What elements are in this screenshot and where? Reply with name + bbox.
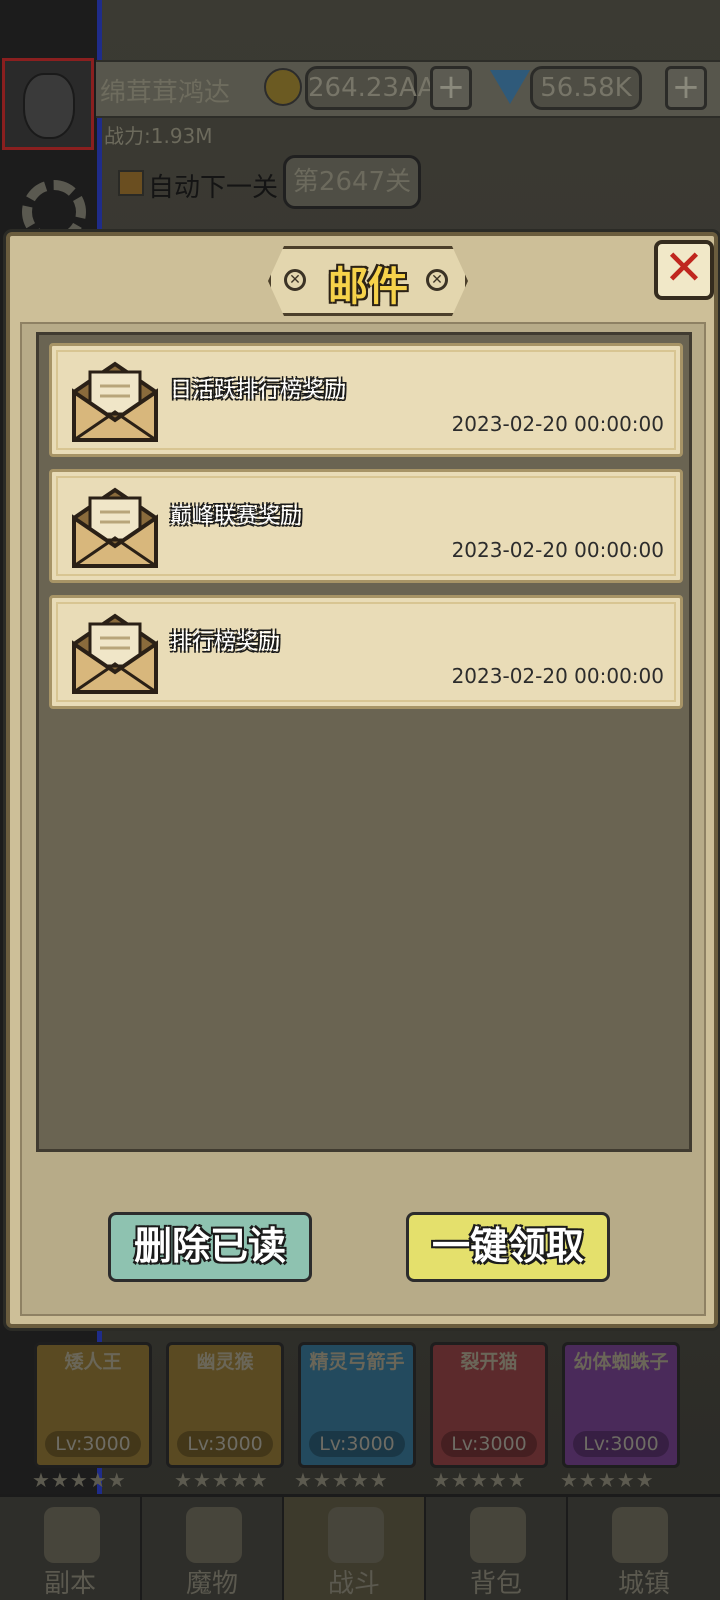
envelope-icon (72, 361, 158, 442)
hero-card[interactable]: 精灵弓箭手 Lv:3000 (298, 1342, 416, 1468)
hero-card[interactable]: 裂开猫 Lv:3000 (430, 1342, 548, 1468)
mail-item[interactable]: 日活跃排行榜奖励 2023-02-20 00:00:00 (49, 343, 683, 457)
map-icon (44, 1507, 100, 1563)
shop-icon (612, 1507, 668, 1563)
player-name: 绵茸茸鸿达 (100, 78, 231, 108)
auto-next-label: 自动下一关 (148, 173, 279, 203)
add-gems-button[interactable]: + (665, 66, 707, 110)
add-gold-button[interactable]: + (430, 66, 472, 110)
hero-level: Lv:3000 (573, 1431, 669, 1457)
close-button[interactable]: ✕ (654, 240, 714, 300)
gold-amount: 264.23AA (305, 66, 435, 110)
hero-name: 幽灵猴 (196, 1351, 254, 1373)
diamond-icon (490, 70, 530, 104)
hero-name: 矮人王 (64, 1351, 122, 1373)
hero-card[interactable]: 幽灵猴 Lv:3000 (166, 1342, 284, 1468)
mail-list: 日活跃排行榜奖励 2023-02-20 00:00:00 巅峰联赛奖励 2023… (36, 332, 692, 1152)
hero-name: 精灵弓箭手 (309, 1351, 405, 1373)
envelope-icon (72, 487, 158, 568)
hero-stars: ★★★★★ (560, 1468, 655, 1492)
tab-backpack[interactable]: 背包 (426, 1497, 568, 1600)
crossed-swords-icon (328, 1507, 384, 1563)
hero-name: 裂开猫 (460, 1351, 518, 1373)
avatar-face (23, 73, 75, 139)
mail-item[interactable]: 排行榜奖励 2023-02-20 00:00:00 (49, 595, 683, 709)
gem-amount: 56.58K (530, 66, 642, 110)
tab-label: 魔物 (185, 1569, 238, 1599)
hero-roster: 矮人王 Lv:3000 ★★★★★ 幽灵猴 Lv:3000 ★★★★★ 精灵弓箭… (0, 1336, 720, 1494)
tab-town[interactable]: 城镇 (568, 1497, 720, 1600)
dialog-title: 邮件 (328, 264, 408, 310)
player-avatar[interactable] (2, 58, 94, 150)
hero-card[interactable]: 矮人王 Lv:3000 (34, 1342, 152, 1468)
hero-card[interactable]: 幼体蜘蛛子 Lv:3000 (562, 1342, 680, 1468)
mail-subject: 排行榜奖励 (170, 630, 281, 655)
combat-power: 战力:1.93M (104, 124, 213, 148)
hero-level: Lv:3000 (309, 1431, 405, 1457)
delete-read-button[interactable]: 删除已读 (108, 1212, 312, 1282)
hero-stars: ★★★★★ (32, 1468, 127, 1492)
tab-dungeon[interactable]: 副本 (0, 1497, 142, 1600)
mail-date: 2023-02-20 00:00:00 (451, 412, 664, 436)
mail-item[interactable]: 巅峰联赛奖励 2023-02-20 00:00:00 (49, 469, 683, 583)
tab-monsters[interactable]: 魔物 (142, 1497, 284, 1600)
auto-next-checkbox[interactable] (118, 170, 144, 196)
helmet-icon (186, 1507, 242, 1563)
hero-level: Lv:3000 (177, 1431, 273, 1457)
hero-stars: ★★★★★ (174, 1468, 269, 1492)
mail-subject: 巅峰联赛奖励 (170, 504, 303, 529)
top-hud: 绵茸茸鸿达 264.23AA + 56.58K + 战力:1.93M 自动下一关… (0, 0, 720, 244)
backpack-icon (470, 1507, 526, 1563)
tab-label: 战斗 (327, 1569, 380, 1599)
tab-battle[interactable]: 战斗 (284, 1497, 426, 1600)
coin-icon (264, 68, 302, 106)
hero-name: 幼体蜘蛛子 (573, 1351, 669, 1373)
mail-date: 2023-02-20 00:00:00 (451, 664, 664, 688)
mail-dialog: ✕ ✕ 邮件 ✕ 日活跃排行榜奖励 2023-02-20 00:00:00 巅峰… (6, 232, 718, 1328)
hero-level: Lv:3000 (45, 1431, 141, 1457)
tab-label: 城镇 (617, 1569, 670, 1599)
claim-all-button[interactable]: 一键领取 (406, 1212, 610, 1282)
hero-level: Lv:3000 (441, 1431, 537, 1457)
tab-label: 背包 (469, 1569, 522, 1599)
bottom-nav: 副本 魔物 战斗 背包 城镇 (0, 1494, 720, 1600)
hero-stars: ★★★★★ (294, 1468, 389, 1492)
mail-date: 2023-02-20 00:00:00 (451, 538, 664, 562)
stage-badge[interactable]: 第2647关 (283, 155, 421, 209)
tab-label: 副本 (43, 1569, 96, 1599)
hero-stars: ★★★★★ (432, 1468, 527, 1492)
mail-subject: 日活跃排行榜奖励 (170, 378, 347, 403)
envelope-icon (72, 613, 158, 694)
